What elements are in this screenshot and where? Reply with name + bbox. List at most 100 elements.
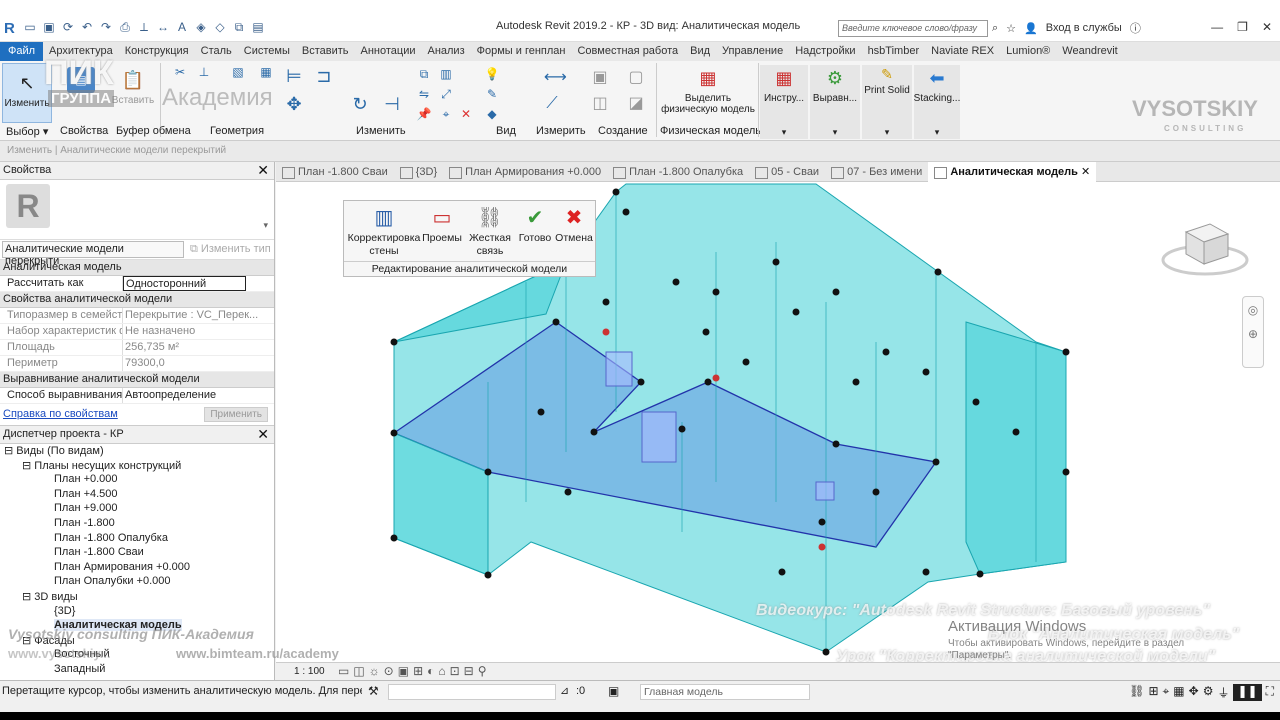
dimension-icon[interactable]: ↔ bbox=[155, 20, 171, 34]
align-button[interactable]: ⚙ Выравн... ▾ bbox=[810, 65, 860, 139]
view-tab[interactable]: Аналитическая модель ✕ bbox=[928, 161, 1097, 182]
view-tab[interactable]: План Армирования +0.000 bbox=[443, 162, 607, 182]
view-tab[interactable]: План -1.800 Опалубка bbox=[607, 162, 749, 182]
tree-item[interactable]: ⊟ 3D виды bbox=[0, 590, 274, 605]
edit-panel-button[interactable]: ✖ Отмена bbox=[554, 205, 594, 245]
offset-icon[interactable]: ⊐ bbox=[316, 67, 332, 85]
lightbulb-icon[interactable]: 💡 bbox=[484, 67, 500, 81]
underlay-select-icon[interactable]: ⊞ bbox=[1148, 684, 1158, 701]
ribbon-tab[interactable]: Weandrevit bbox=[1056, 42, 1123, 61]
edit-type-button[interactable]: ⧉ Изменить тип bbox=[190, 243, 271, 256]
tree-item[interactable]: ⊟ Виды (По видам) bbox=[0, 444, 274, 459]
navigation-bar[interactable]: ◎ ⊕ bbox=[1242, 296, 1264, 368]
scale-icon[interactable]: ⤢ bbox=[438, 87, 454, 101]
eraser-icon[interactable]: ◆ bbox=[484, 107, 500, 121]
pin-icon[interactable]: 📌 bbox=[416, 107, 432, 121]
link-select-icon[interactable]: ⛓ bbox=[1129, 684, 1144, 701]
search-icon[interactable]: ⌕ bbox=[992, 22, 998, 35]
ribbon-tab[interactable]: Анализ bbox=[421, 42, 470, 61]
pause-icon[interactable]: ❚❚ bbox=[1233, 684, 1262, 701]
rotate-icon[interactable]: ↻ bbox=[352, 95, 368, 113]
workset-dropdown[interactable] bbox=[388, 684, 556, 700]
tree-item[interactable]: План Армирования +0.000 bbox=[0, 561, 274, 576]
measure-icon[interactable]: ⟂ bbox=[136, 20, 152, 34]
edit-panel-button[interactable]: ▥ Корректировка стены bbox=[346, 205, 422, 258]
ribbon-tab[interactable]: Конструкция bbox=[119, 42, 195, 61]
active-model-dropdown[interactable]: Главная модель bbox=[640, 684, 810, 700]
3d-view-icon[interactable]: ◈ bbox=[193, 20, 209, 34]
cut-icon[interactable]: ✂ bbox=[172, 65, 188, 79]
filter-icon[interactable]: ⏚ bbox=[1217, 684, 1229, 701]
view-control-icons[interactable]: ▭◫☼⊙▣⊞◐⌂⊡⊟⚲ bbox=[338, 664, 491, 678]
open-icon[interactable]: ▭ bbox=[22, 20, 38, 34]
unpin-icon[interactable]: ⌖ bbox=[438, 107, 454, 121]
help-link[interactable]: Справка по свойствам bbox=[3, 408, 118, 420]
measure-line-icon[interactable]: ⟋ bbox=[544, 96, 560, 112]
property-value[interactable]: Автоопределение bbox=[123, 388, 274, 403]
stacking-button[interactable]: ⬅ Stacking... ▾ bbox=[914, 65, 960, 139]
tree-item[interactable]: План Опалубки +0.000 bbox=[0, 575, 274, 590]
ribbon-tab[interactable]: Naviate REX bbox=[925, 42, 1000, 61]
delete-icon[interactable]: ✕ bbox=[458, 107, 474, 121]
tree-item[interactable]: План +9.000 bbox=[0, 502, 274, 517]
signin-link[interactable]: Вход в службы bbox=[1046, 22, 1122, 34]
ribbon-tab[interactable]: Формы и генплан bbox=[471, 42, 572, 61]
scale-selector[interactable]: 1 : 100 bbox=[294, 666, 325, 677]
star-icon[interactable]: ☆ bbox=[1006, 22, 1016, 35]
help-icon[interactable]: ⓘ bbox=[1130, 20, 1141, 36]
print-solid-button[interactable]: ✎ Print Solid ▾ bbox=[862, 65, 912, 139]
view-tab[interactable]: 05 - Сваи bbox=[749, 162, 825, 182]
tree-toggle-icon[interactable]: ⊟ bbox=[22, 460, 34, 472]
tools-button[interactable]: ▦ Инстру... ▾ bbox=[760, 65, 808, 139]
tree-toggle-icon[interactable]: ⊟ bbox=[4, 445, 16, 457]
tree-item[interactable]: План -1.800 Сваи bbox=[0, 546, 274, 561]
switch-windows-icon[interactable]: ▤ bbox=[250, 20, 266, 34]
property-group[interactable]: Свойства аналитической модели bbox=[0, 292, 274, 308]
ribbon-tab[interactable]: Сталь bbox=[195, 42, 238, 61]
ribbon-tab[interactable]: hsbTimber bbox=[862, 42, 926, 61]
design-options-icon[interactable]: ▣ bbox=[608, 684, 619, 698]
selection-toggle-icons[interactable]: ⛓ ⊞ ⌖ ▦ ✥ ⚙ ⏚ ❚❚ ⛶ bbox=[1129, 684, 1274, 701]
join-icon[interactable]: ⊥ bbox=[196, 65, 212, 79]
close-icon[interactable]: ✕ bbox=[257, 162, 269, 179]
view-tab[interactable]: {3D} bbox=[394, 162, 443, 182]
create-similar-icon[interactable]: ◫ bbox=[592, 96, 608, 112]
save-icon[interactable]: ▣ bbox=[41, 20, 57, 34]
view-tab[interactable]: План -1.800 Сваи bbox=[276, 162, 394, 182]
close-hidden-icon[interactable]: ⧉ bbox=[231, 20, 247, 34]
select-panel-label[interactable]: Выбор ▾ bbox=[6, 125, 48, 138]
ribbon-tab[interactable]: Управление bbox=[716, 42, 789, 61]
workset-icon[interactable]: ⚒ bbox=[368, 684, 379, 698]
restore-icon[interactable]: ❐ bbox=[1237, 20, 1248, 34]
copy-icon[interactable]: ⧉ bbox=[416, 67, 432, 81]
close-icon[interactable]: ✕ bbox=[1078, 166, 1090, 178]
tree-item[interactable]: План +4.500 bbox=[0, 488, 274, 503]
property-group[interactable]: Выравнивание аналитической модели bbox=[0, 372, 274, 388]
ribbon-tab[interactable]: Вид bbox=[684, 42, 716, 61]
paste-button[interactable]: 📋 Вставить bbox=[110, 67, 156, 107]
type-selector[interactable]: Аналитические модели перекрыти ⧉ Изменит… bbox=[0, 240, 274, 267]
tree-item[interactable]: План -1.800 bbox=[0, 517, 274, 532]
trim-icon[interactable]: ⊣ bbox=[384, 95, 400, 113]
property-value[interactable]: Односторонний bbox=[123, 276, 246, 291]
ribbon-tab[interactable]: Совместная работа bbox=[571, 42, 684, 61]
tree-item[interactable]: План -1.800 Опалубка bbox=[0, 532, 274, 547]
pinned-select-icon[interactable]: ⌖ bbox=[1163, 684, 1170, 701]
select-physical-button[interactable]: ▦ Выделить физическую модель bbox=[660, 65, 756, 116]
close-icon[interactable]: ✕ bbox=[1262, 20, 1272, 34]
apply-button[interactable]: Применить bbox=[204, 407, 268, 422]
array-icon[interactable]: ▥ bbox=[438, 67, 454, 81]
section-icon[interactable]: ◇ bbox=[212, 20, 228, 34]
property-group[interactable]: Аналитическая модель bbox=[0, 260, 274, 276]
chevron-down-icon[interactable]: ▾ bbox=[263, 220, 268, 231]
search-input[interactable]: Введите ключевое слово/фразу bbox=[838, 20, 988, 37]
user-icon[interactable]: 👤 bbox=[1024, 22, 1038, 35]
close-icon[interactable]: ✕ bbox=[257, 426, 269, 443]
undo-icon[interactable]: ↶ bbox=[79, 20, 95, 34]
sync-icon[interactable]: ⟳ bbox=[60, 20, 76, 34]
ribbon-tab[interactable]: Файл bbox=[0, 42, 44, 61]
edit-panel-button[interactable]: ▭ Проемы bbox=[420, 205, 464, 245]
text-icon[interactable]: A bbox=[174, 20, 190, 34]
print-icon[interactable]: ⎙ bbox=[117, 20, 133, 34]
tree-item[interactable]: {3D} bbox=[0, 605, 274, 620]
